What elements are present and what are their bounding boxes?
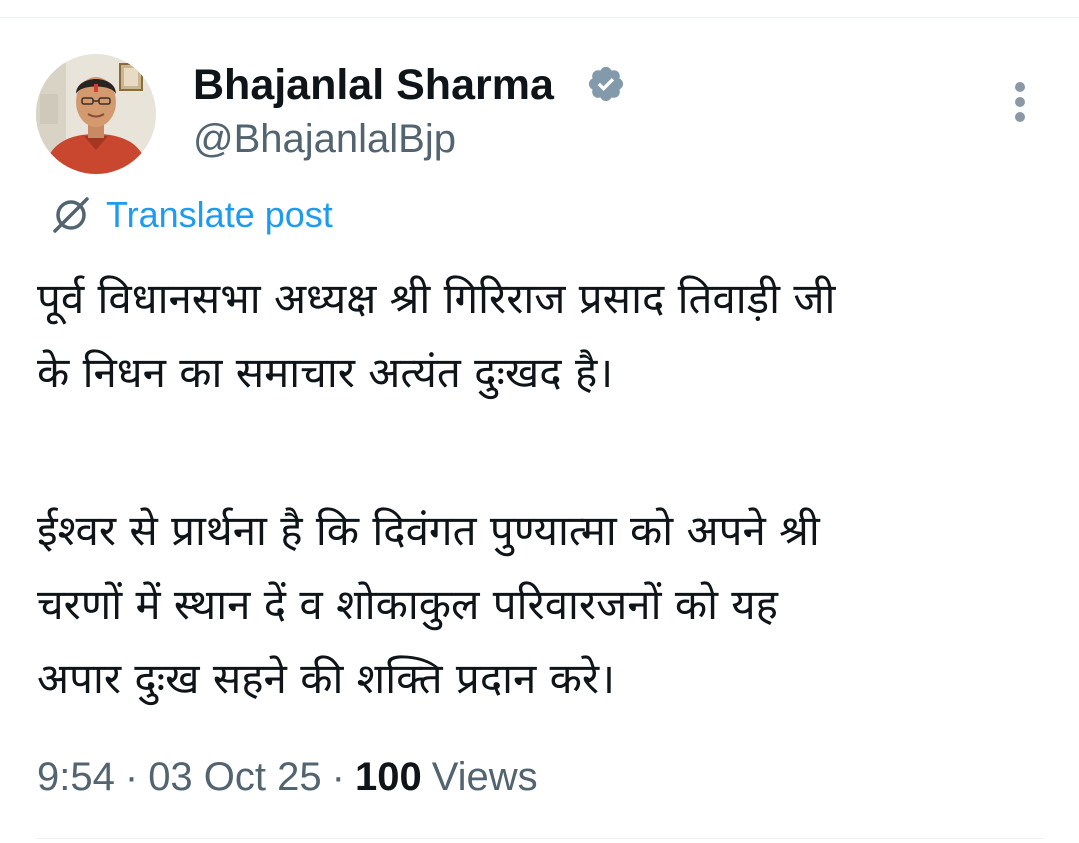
post-line: अपार दुःख सहने की शक्ति प्रदान करे। <box>37 654 616 703</box>
author-display-name[interactable]: Bhajanlal Sharma <box>193 60 554 110</box>
avatar-photo <box>36 54 156 174</box>
post-line: के निधन का समाचार अत्यंत दुःखद है। <box>37 348 614 397</box>
translate-icon <box>53 197 89 233</box>
post-line: चरणों में स्थान दें व शोकाकुल परिवारजनों… <box>37 580 778 629</box>
meta-separator: · <box>331 755 345 799</box>
more-dot-middle <box>1015 97 1025 107</box>
author-handle[interactable]: @BhajanlalBjp <box>193 115 456 163</box>
post-date[interactable]: 03 Oct 25 <box>148 755 321 799</box>
translate-post-label: Translate post <box>106 194 333 235</box>
post-paragraph-1: पूर्व विधानसभा अध्यक्ष श्री गिरिराज प्रस… <box>37 262 1047 410</box>
top-divider <box>0 17 1079 18</box>
post-time[interactable]: 9:54 <box>37 755 115 799</box>
views-count: 100 <box>354 755 422 799</box>
post-metadata: 9:54 · 03 Oct 25 · 100 Views <box>37 752 538 802</box>
translate-post-button[interactable]: Translate post <box>48 192 333 238</box>
more-dot-bottom <box>1015 112 1025 122</box>
more-vertical-icon <box>1015 82 1025 92</box>
author-avatar[interactable] <box>36 54 156 174</box>
meta-separator: · <box>124 755 139 799</box>
post-line: ईश्वर से प्रार्थना है कि दिवंगत पुण्यात्… <box>37 506 820 555</box>
post-paragraph-2: ईश्वर से प्रार्थना है कि दिवंगत पुण्यात्… <box>37 494 1047 716</box>
views-label: Views <box>431 755 538 799</box>
verified-badge-icon <box>588 66 624 102</box>
bottom-divider <box>36 838 1044 839</box>
post-line: पूर्व विधानसभा अध्यक्ष श्री गिरिराज प्रस… <box>37 274 836 323</box>
more-options-button[interactable] <box>1000 78 1040 126</box>
